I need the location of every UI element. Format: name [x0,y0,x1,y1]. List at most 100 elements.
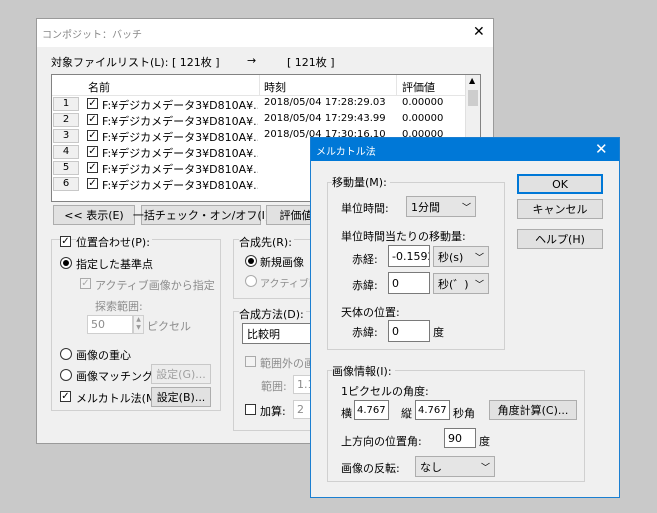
row-file-name: F:¥デジカメデータ3¥D810A¥... [102,163,258,176]
row-number-button[interactable]: 2 [53,113,79,127]
file-list-label: 対象ファイルリスト(L): [51,56,169,69]
outside-range-label[interactable]: 範囲外の画 [260,355,315,371]
image-info-label: 画像情報(I): [332,363,395,379]
row-number-button[interactable]: 5 [53,161,79,175]
up-angle-label: 上方向の位置角: [341,435,422,448]
column-header-time[interactable]: 時刻 [264,79,286,95]
search-range-input[interactable]: 50 [87,315,133,334]
pole-degree-unit: 度 [433,326,444,339]
ra-unit-select[interactable]: 秒(s) ﹀ [433,246,489,267]
scroll-thumb[interactable] [468,90,478,106]
active-image-label[interactable]: アクティブ画像から指定 [95,277,215,293]
dec-unit-value: 秒(゛) [438,277,469,291]
active-image-checkbox[interactable]: ✓ [80,278,91,289]
method-label: 合成方法(D): [239,306,306,322]
unit-time-label: 単位時間: [341,202,389,215]
movement-label: 移動量(M): [332,174,390,190]
radio-specified-label[interactable]: 指定した基準点 [76,256,153,272]
count-destination: [ 121枚 ] [287,56,335,69]
arcsec-unit: 秒角 [453,407,475,420]
mercator-close-icon[interactable]: ✕ [595,140,608,158]
dec-label: 赤緯: [352,279,378,292]
row-file-name: F:¥デジカメデータ3¥D810A¥... [102,147,258,160]
display-button[interactable]: << 表示(E) [53,205,135,225]
row-file-name: F:¥デジカメデータ3¥D810A¥... [102,131,258,144]
up-angle-input[interactable]: 90 [444,428,476,448]
row-checkbox[interactable]: ✓ [87,178,98,189]
vertical-input[interactable]: 4.767 [415,400,450,420]
row-number-button[interactable]: 3 [53,129,79,143]
horizontal-label: 横 [341,407,352,420]
radio-centroid-label[interactable]: 画像の重心 [76,347,131,363]
pixel-angle-label: 1ピクセルの角度: [341,385,429,398]
column-header-score[interactable]: 評価値 [402,79,435,95]
mercator-checkbox[interactable]: ✓ [60,391,71,402]
batch-close-icon[interactable]: ✕ [473,24,485,40]
count-arrow: → [247,54,257,67]
mercator-title: メルカトル法 [316,147,376,158]
radio-active-image[interactable] [245,275,257,287]
row-number-button[interactable]: 4 [53,145,79,159]
dec-unit-select[interactable]: 秒(゛) ﹀ [433,273,489,294]
align-label[interactable]: 位置合わせ(P): [76,234,152,250]
add-label[interactable]: 加算: [260,403,286,419]
settings-g-button[interactable]: 設定(G)... [151,364,211,384]
check-all-button[interactable]: 一括チェック・オン/オフ(I) [133,205,269,225]
row-number-button[interactable]: 1 [53,97,79,111]
outside-range-checkbox[interactable] [245,356,256,367]
table-row[interactable]: 1 ✓ F:¥デジカメデータ3¥D810A¥... 2018/05/04 17:… [52,96,466,112]
pole-dec-input[interactable]: 0 [388,320,430,342]
angle-calc-button[interactable]: 角度計算(C)... [489,400,577,420]
horizontal-input[interactable]: 4.767 [354,400,389,420]
table-row[interactable]: 2 ✓ F:¥デジカメデータ3¥D810A¥... 2018/05/04 17:… [52,112,466,128]
batch-title: コンポジット：バッチ [42,30,142,41]
row-checkbox[interactable]: ✓ [87,162,98,173]
row-checkbox[interactable]: ✓ [87,130,98,141]
method-value: 比較明 [247,327,280,341]
up-angle-degree-unit: 度 [479,435,490,448]
radio-specified-point[interactable] [60,257,72,269]
unit-time-chevron-down-icon: ﹀ [461,203,471,213]
dec-input[interactable]: 0 [388,272,430,294]
destination-label: 合成先(R): [239,234,294,250]
unit-time-select[interactable]: 1分間 ﹀ [406,196,476,217]
radio-matching[interactable] [60,369,72,381]
cancel-button[interactable]: キャンセル [517,199,603,219]
ra-label: 赤経: [352,253,378,266]
flip-select[interactable]: なし ﹀ [415,456,495,477]
row-number: 3 [62,130,70,141]
column-header-name[interactable]: 名前 [88,79,110,95]
row-time: 2018/05/04 17:28:29.03 [264,97,386,108]
row-file-name: F:¥デジカメデータ3¥D810A¥... [102,179,258,192]
row-checkbox[interactable]: ✓ [87,146,98,157]
settings-b-button[interactable]: 設定(B)... [151,387,211,407]
mercator-label[interactable]: メルカトル法(M) [76,390,160,406]
row-checkbox[interactable]: ✓ [87,98,98,109]
row-number: 1 [62,98,70,109]
row-number: 4 [62,146,70,157]
radio-matching-label[interactable]: 画像マッチング [76,368,153,384]
row-file-name: F:¥デジカメデータ3¥D810A¥... [102,99,258,112]
count-source: [ 121枚 ] [172,56,220,69]
per-unit-label: 単位時間当たりの移動量: [341,230,466,243]
scroll-up-icon[interactable]: ▲ [469,76,475,85]
range-label: 範囲: [261,380,287,393]
align-checkbox[interactable]: ✓ [60,236,71,247]
row-score: 0.00000 [402,113,444,124]
row-file-name: F:¥デジカメデータ3¥D810A¥... [102,115,258,128]
flip-label: 画像の反転: [341,462,400,475]
row-number-button[interactable]: 6 [53,177,79,191]
radio-centroid[interactable] [60,348,72,360]
help-button[interactable]: ヘルプ(H) [517,229,603,249]
ok-button[interactable]: OK [517,174,603,194]
search-range-spinner[interactable]: ▲ ▼ [133,315,144,334]
ra-input[interactable]: -0.1592 [388,245,430,267]
ra-unit-chevron-down-icon: ﹀ [474,253,484,263]
ra-unit-value: 秒(s) [438,250,464,264]
radio-new-image[interactable] [245,255,257,267]
add-checkbox[interactable] [245,404,256,415]
row-checkbox[interactable]: ✓ [87,114,98,125]
radio-new-image-label[interactable]: 新規画像 [260,254,304,270]
row-number: 6 [62,178,70,189]
pixel-unit: ピクセル [147,320,191,333]
